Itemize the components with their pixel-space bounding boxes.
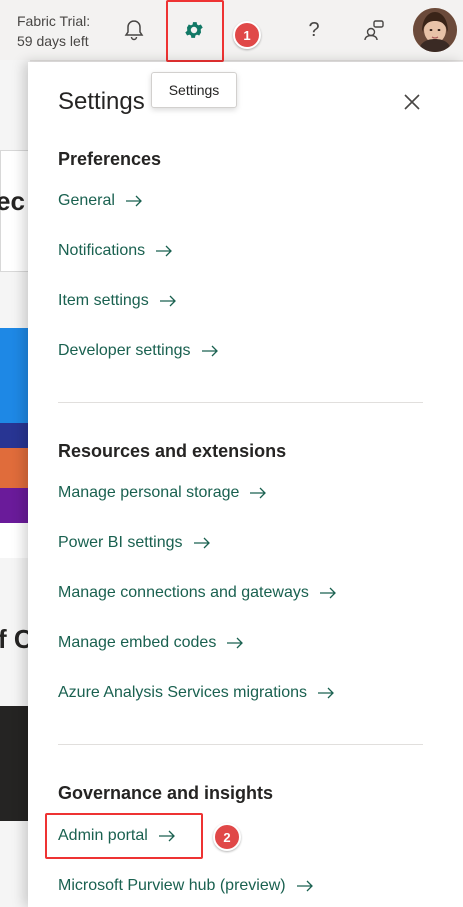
admin-portal-highlight-box	[45, 813, 203, 859]
arrow-right-icon	[296, 880, 313, 892]
arrow-right-icon	[156, 245, 173, 257]
settings-highlight-box	[166, 0, 224, 62]
arrow-right-icon	[201, 345, 218, 357]
link-label: Developer settings	[58, 342, 191, 359]
section-title-preferences: Preferences	[58, 149, 162, 169]
link-power-bi-settings[interactable]: Power BI settings	[58, 534, 211, 552]
step-badge-1: 1	[233, 21, 261, 49]
link-label: Notifications	[58, 242, 146, 259]
help-icon[interactable]: ?	[298, 14, 330, 46]
avatar[interactable]	[413, 8, 457, 52]
link-label: Power BI settings	[58, 534, 183, 551]
trial-label: Fabric Trial:	[17, 13, 91, 29]
link-general[interactable]: General	[58, 192, 143, 210]
divider	[58, 744, 423, 745]
link-notifications[interactable]: Notifications	[58, 242, 173, 260]
link-label: Manage connections and gateways	[58, 584, 309, 601]
arrow-right-icon	[159, 295, 176, 307]
panel-title: Settings	[58, 88, 145, 115]
settings-panel: Settings Preferences General Notificatio…	[28, 62, 463, 907]
settings-tooltip: Settings	[151, 72, 237, 108]
arrow-right-icon	[250, 487, 267, 499]
trial-days-left: 59 days left	[17, 33, 89, 49]
link-label: Microsoft Purview hub (preview)	[58, 877, 286, 894]
arrow-right-icon	[125, 195, 142, 207]
close-icon[interactable]	[402, 92, 422, 112]
link-microsoft-purview-hub[interactable]: Microsoft Purview hub (preview)	[58, 877, 314, 895]
link-label: Manage personal storage	[58, 484, 240, 501]
background-pie-chart	[0, 328, 28, 558]
background-dark-card	[0, 706, 28, 821]
arrow-right-icon	[319, 587, 336, 599]
share-icon[interactable]	[358, 14, 390, 46]
link-label: General	[58, 192, 115, 209]
link-label: Manage embed codes	[58, 634, 217, 651]
section-title-governance: Governance and insights	[58, 783, 274, 803]
link-manage-personal-storage[interactable]: Manage personal storage	[58, 484, 267, 502]
background-text-fragment: ec	[0, 186, 25, 216]
link-developer-settings[interactable]: Developer settings	[58, 342, 219, 360]
link-label: Azure Analysis Services migrations	[58, 684, 307, 701]
link-item-settings[interactable]: Item settings	[58, 292, 177, 310]
section-title-resources: Resources and extensions	[58, 441, 287, 461]
link-manage-connections[interactable]: Manage connections and gateways	[58, 584, 337, 602]
arrow-right-icon	[317, 687, 334, 699]
bell-icon[interactable]	[118, 14, 150, 46]
arrow-right-icon	[193, 537, 210, 549]
divider	[58, 402, 423, 403]
link-manage-embed-codes[interactable]: Manage embed codes	[58, 634, 244, 652]
top-bar: Fabric Trial: 59 days left ?	[0, 0, 463, 61]
link-label: Item settings	[58, 292, 149, 309]
link-azure-analysis-services[interactable]: Azure Analysis Services migrations	[58, 684, 335, 702]
help-glyph: ?	[308, 18, 320, 41]
step-badge-2: 2	[213, 823, 241, 851]
trial-status[interactable]: Fabric Trial: 59 days left	[17, 11, 90, 51]
arrow-right-icon	[227, 637, 244, 649]
